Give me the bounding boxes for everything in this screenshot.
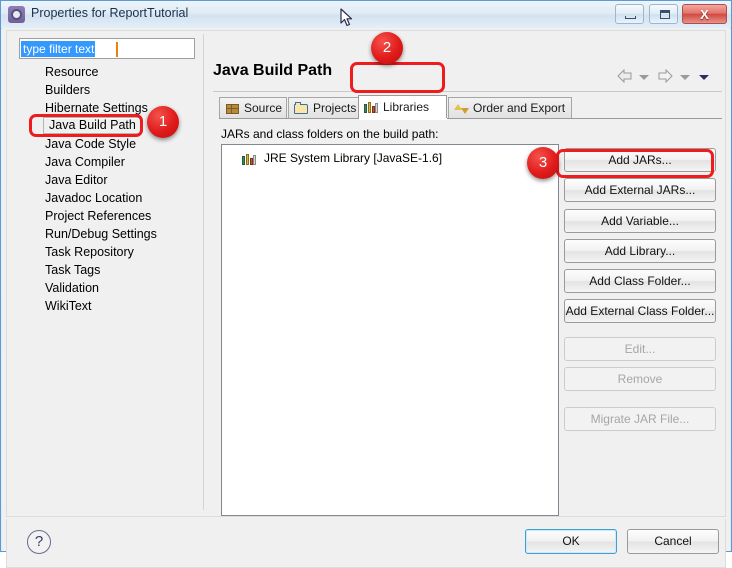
minimize-button[interactable] — [615, 4, 645, 24]
window-title: Properties for ReportTutorial — [31, 6, 189, 20]
tab-libraries[interactable]: Libraries — [358, 95, 447, 119]
page-menu-icon[interactable] — [699, 75, 709, 80]
dialog-footer: ? OK Cancel — [6, 519, 726, 568]
order-arrows-icon — [454, 102, 470, 116]
books-icon — [364, 100, 380, 114]
sidebar-item-java-build-path[interactable]: Java Build Path — [43, 117, 142, 134]
title-bar[interactable]: Properties for ReportTutorial X — [1, 1, 731, 29]
books-icon — [242, 151, 258, 165]
add-jars-button[interactable]: Add JARs... — [564, 148, 716, 172]
list-item-label: JRE System Library [JavaSE-1.6] — [264, 151, 443, 165]
tab-order-and-export[interactable]: Order and Export — [448, 97, 572, 119]
add-external-class-folder-button[interactable]: Add External Class Folder... — [564, 299, 716, 323]
package-icon — [225, 102, 241, 116]
title-separator — [213, 91, 722, 92]
tab-source[interactable]: Source — [219, 97, 287, 119]
libraries-list[interactable]: JRE System Library [JavaSE-1.6] — [221, 144, 559, 516]
sidebar-item-run-debug-settings[interactable]: Run/Debug Settings — [45, 226, 157, 242]
tab-projects[interactable]: Projects — [288, 97, 360, 119]
text-caret — [116, 42, 118, 57]
filter-input-value: type filter text — [21, 41, 96, 57]
add-class-folder-button[interactable]: Add Class Folder... — [564, 269, 716, 293]
panel-divider — [203, 34, 204, 510]
properties-dialog-window: Properties for ReportTutorial X type fil… — [0, 0, 732, 568]
sidebar-item-javadoc-location[interactable]: Javadoc Location — [45, 190, 142, 206]
annotation-badge-2: 2 — [371, 32, 403, 64]
filter-input[interactable]: type filter text — [19, 38, 195, 59]
sidebar-item-validation[interactable]: Validation — [45, 280, 99, 296]
mouse-cursor — [340, 8, 354, 31]
dialog-main-area: type filter text Resource Builders Hiber… — [6, 30, 726, 517]
sidebar-item-java-code-style[interactable]: Java Code Style — [45, 136, 136, 152]
window-controls: X — [614, 4, 727, 25]
tab-bar: Source Projects Libraries Order and Expo… — [219, 95, 722, 119]
tab-order-and-export-label: Order and Export — [473, 101, 566, 115]
sidebar-item-wikitext[interactable]: WikiText — [45, 298, 92, 314]
sidebar-item-builders[interactable]: Builders — [45, 82, 90, 98]
help-icon[interactable]: ? — [27, 530, 51, 554]
ok-button[interactable]: OK — [525, 529, 617, 554]
page-nav-controls — [616, 68, 713, 89]
list-item[interactable]: JRE System Library [JavaSE-1.6] — [242, 150, 442, 166]
forward-arrow-icon[interactable] — [657, 68, 674, 86]
sidebar-item-task-repository[interactable]: Task Repository — [45, 244, 134, 260]
add-external-jars-button[interactable]: Add External JARs... — [564, 178, 716, 202]
folder-icon — [294, 102, 310, 116]
forward-dropdown-icon[interactable] — [679, 75, 690, 80]
annotation-badge-3: 3 — [527, 147, 559, 179]
dialog-client-area: type filter text Resource Builders Hiber… — [2, 28, 730, 568]
sidebar-item-java-compiler[interactable]: Java Compiler — [45, 154, 125, 170]
sidebar-item-hibernate-settings[interactable]: Hibernate Settings — [45, 100, 148, 116]
sidebar-item-project-references[interactable]: Project References — [45, 208, 151, 224]
sidebar-item-task-tags[interactable]: Task Tags — [45, 262, 100, 278]
migrate-jar-file-button: Migrate JAR File... — [564, 407, 716, 431]
cancel-button[interactable]: Cancel — [627, 529, 719, 554]
edit-button: Edit... — [564, 337, 716, 361]
add-variable-button[interactable]: Add Variable... — [564, 209, 716, 233]
add-library-button[interactable]: Add Library... — [564, 239, 716, 263]
tab-active-notch — [359, 118, 447, 120]
sidebar-item-java-editor[interactable]: Java Editor — [45, 172, 108, 188]
close-button[interactable]: X — [682, 4, 727, 24]
sidebar-item-resource[interactable]: Resource — [45, 64, 99, 80]
annotation-badge-1: 1 — [147, 106, 179, 138]
remove-button: Remove — [564, 367, 716, 391]
gear-icon — [8, 6, 25, 23]
page-title: Java Build Path — [213, 62, 333, 79]
tab-source-label: Source — [244, 101, 283, 115]
tab-libraries-label: Libraries — [383, 100, 430, 114]
tab-baseline — [219, 118, 722, 119]
back-dropdown-icon[interactable] — [638, 75, 649, 80]
back-arrow-icon[interactable] — [616, 68, 633, 86]
build-path-group-label: JARs and class folders on the build path… — [221, 127, 439, 141]
tab-projects-label: Projects — [313, 101, 357, 115]
maximize-button[interactable] — [648, 4, 678, 24]
